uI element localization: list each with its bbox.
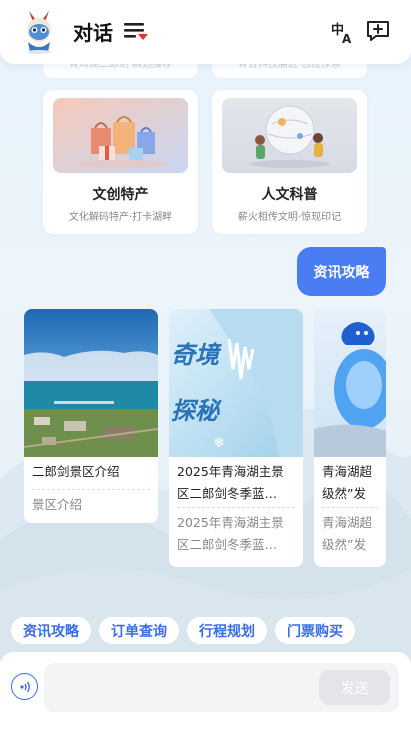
- divider: [32, 489, 150, 490]
- feature-title: 文创特产: [92, 187, 149, 203]
- user-message-bubble: 资讯攻略: [297, 247, 386, 296]
- news-card[interactable]: 二郎剑景区介绍 景区介绍: [24, 309, 158, 523]
- svg-text:A: A: [342, 32, 352, 45]
- chip-order-query[interactable]: 订单查询: [99, 617, 179, 644]
- mascot-avatar[interactable]: [20, 8, 58, 54]
- news-summary: 景区介绍: [32, 497, 83, 512]
- menu-icon[interactable]: [123, 20, 149, 42]
- send-button[interactable]: 发送: [319, 670, 390, 705]
- news-summary: 青海湖超级然”发布!: [322, 515, 373, 552]
- lake-landscape-image: [24, 309, 158, 457]
- app-header: 对话 中 A: [0, 0, 411, 64]
- feature-subtitle: 薪火相传文明·惊现印记: [237, 212, 342, 223]
- chip-trip-plan[interactable]: 行程规划: [187, 617, 267, 644]
- news-card[interactable]: 青海湖超级然”发布! 青海湖超级然”发布!: [314, 309, 386, 567]
- news-card[interactable]: 奇境 探秘 ❄ 2025年青海湖主景区二郎剑冬季蓝… 2025年青海湖主景区二郎…: [169, 309, 303, 567]
- news-title: 二郎剑景区介绍: [32, 464, 120, 479]
- news-summary: 2025年青海湖主景区二郎剑冬季蓝…: [177, 515, 284, 552]
- feature-title: 人文科普: [261, 187, 318, 203]
- new-chat-icon[interactable]: [365, 18, 391, 44]
- chip-news-guide[interactable]: 资讯攻略: [11, 617, 91, 644]
- feature-card-humanities[interactable]: 人文科普 薪火相传文明·惊现印记: [212, 90, 367, 234]
- divider: [322, 507, 378, 508]
- feature-card-cultural-products[interactable]: 文创特产 文化解码特产·打卡湖畔: [43, 90, 198, 234]
- poster-text-1: 奇境: [171, 340, 222, 369]
- page-title: 对话: [73, 21, 113, 45]
- mascot-poster-image: [314, 309, 386, 457]
- news-title: 2025年青海湖主景区二郎剑冬季蓝…: [177, 464, 284, 501]
- ice-poster-image: 奇境 探秘 ❄: [169, 309, 303, 457]
- chip-ticket-purchase[interactable]: 门票购买: [275, 617, 355, 644]
- poster-text-2: 探秘: [171, 396, 222, 425]
- voice-input-button[interactable]: [11, 673, 38, 700]
- svg-text:❄: ❄: [213, 435, 225, 451]
- translate-icon[interactable]: 中 A: [330, 19, 356, 45]
- input-bar: 发送: [0, 652, 411, 730]
- globe-kids-image: [222, 98, 357, 173]
- feature-subtitle: 文化解码特产·打卡湖畔: [68, 212, 173, 223]
- shopping-bags-image: [53, 98, 188, 173]
- news-title: 青海湖超级然”发布!: [322, 464, 373, 501]
- voice-wave-icon: [19, 681, 30, 692]
- divider: [177, 507, 295, 508]
